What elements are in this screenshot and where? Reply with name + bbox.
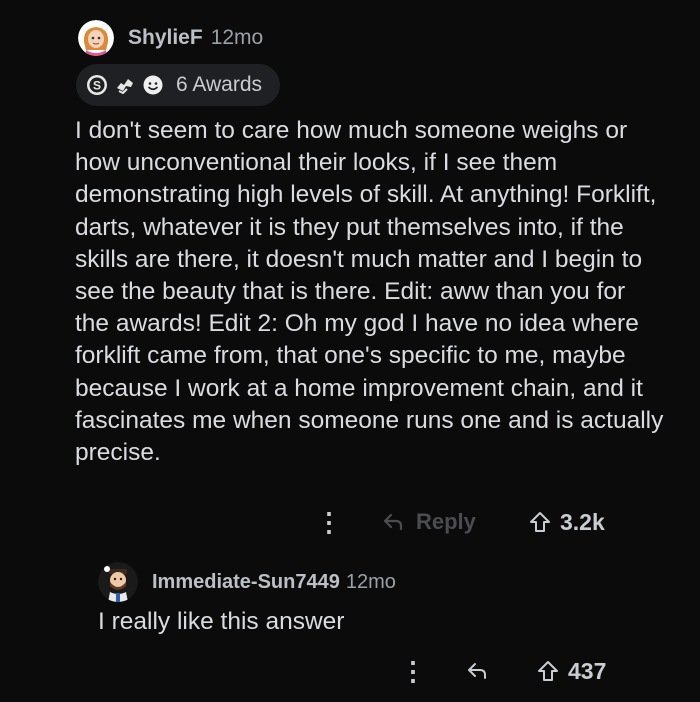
comment-body: I don't seem to care how much someone we… [75,117,664,467]
reply-arrow-icon[interactable] [466,661,488,681]
awards-count: 6 Awards [176,73,262,96]
reply-more-options-button[interactable]: ⋮ [400,658,426,684]
reply-label: Reply [416,509,476,534]
upvote-arrow-icon[interactable] [528,510,552,534]
award-wholesome-icon [142,74,164,96]
avatar[interactable] [78,20,114,56]
reply-header: Immediate-Sun7449 12mo [98,560,396,604]
vote-count: 3.2k [560,508,605,535]
reply-upvote-control[interactable]: 437 [536,658,606,685]
comment-timestamp: 12mo [210,26,264,49]
upvote-arrow-icon[interactable] [536,659,560,683]
svg-text:S: S [93,79,101,93]
avatar-immediate-sun-icon [98,562,138,602]
award-silver-icon: S [86,74,108,96]
reply-avatar[interactable] [98,562,138,602]
comment-header: ShylieF 12mo [78,16,263,60]
reply-vote-count: 437 [568,657,607,684]
upvote-control[interactable]: 3.2k [528,509,605,536]
reply-timestamp: 12mo [345,570,396,593]
comment-username[interactable]: ShylieF [128,26,203,50]
reply-button[interactable]: Reply [382,509,476,535]
comment-thread: ShylieF 12mo S 6 Awards I don't seem to … [0,0,700,702]
awards-pill[interactable]: S 6 Awards [76,64,280,106]
award-helpful-icon [114,74,136,96]
reply-body: I really like this answer [98,608,345,635]
comment-action-bar: ⋮ Reply 3.2k [314,502,624,542]
avatar-shylief-icon [78,20,114,56]
reply-username[interactable]: Immediate-Sun7449 [152,571,340,594]
reply-action-bar: ⋮ 437 [400,651,630,691]
reply-arrow-icon [383,513,403,531]
more-options-button[interactable]: ⋮ [316,509,342,535]
